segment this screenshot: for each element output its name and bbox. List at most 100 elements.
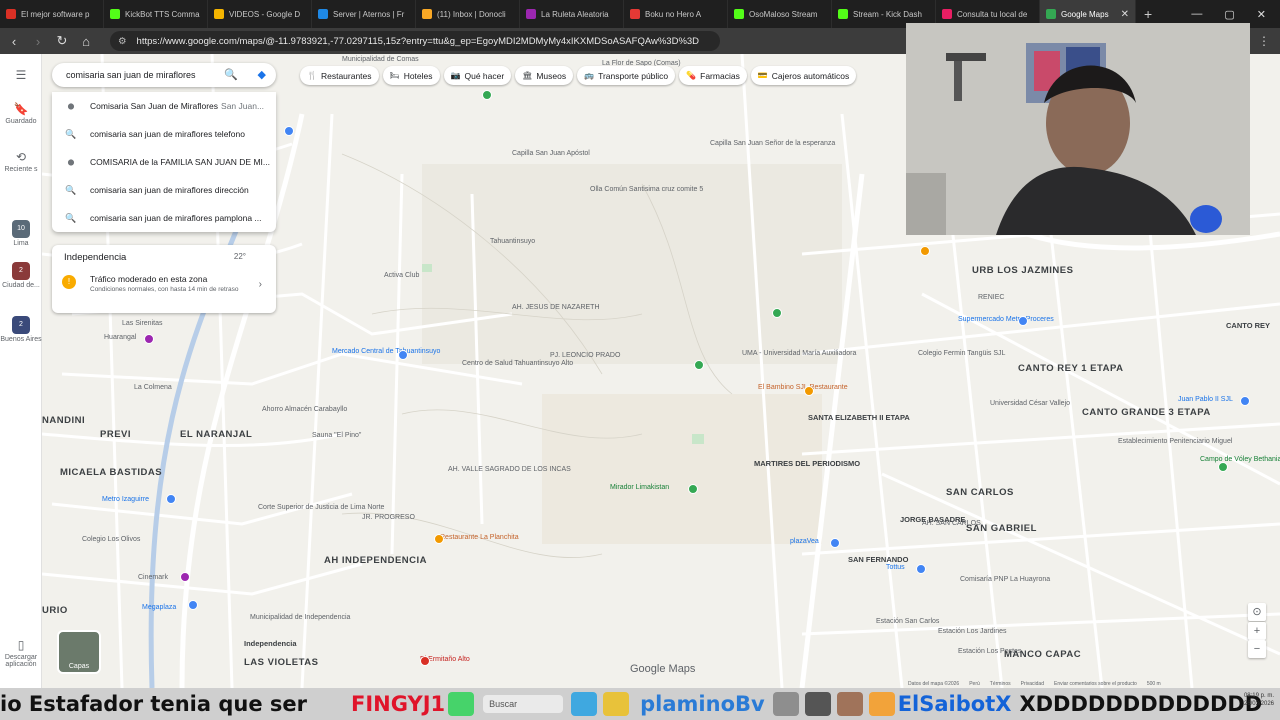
zoom-out-button[interactable]: − [1248, 640, 1266, 658]
footer-link[interactable]: Datos del mapa ©2026 [908, 681, 959, 687]
map-label[interactable]: EL NARANJAL [180, 429, 252, 440]
map-label[interactable]: PJ. LEONCIO PRADO [550, 352, 620, 360]
map-label[interactable]: LAS VIOLETAS [244, 657, 318, 668]
saved-button[interactable]: 🔖 Guardado [0, 102, 42, 125]
recent-place-ciudad[interactable]: 2 Ciudad de... [0, 262, 42, 289]
map-label[interactable]: MICAELA BASTIDAS [60, 467, 162, 478]
map-label[interactable]: AH. VALLE SAGRADO DE LOS INCAS [448, 466, 571, 474]
category-chip[interactable]: 💳 Cajeros automáticos [750, 66, 857, 85]
map-label[interactable]: AH. JESUS DE NAZARETH [512, 304, 600, 312]
map-pin-icon[interactable] [188, 600, 198, 610]
browser-tab[interactable]: VIDEOS - Google D [208, 0, 312, 28]
map-label[interactable]: CANTO REY 1 ETAPA [1018, 363, 1123, 374]
map-pin-icon[interactable] [1240, 396, 1250, 406]
menu-icon[interactable]: ☰ [0, 68, 42, 84]
footer-link[interactable]: Enviar comentarios sobre el producto [1054, 681, 1137, 687]
map-label[interactable]: Corte Superior de Justicia de Lima Norte [258, 504, 384, 512]
map-label[interactable]: UMA - Universidad María Auxiliadora [742, 350, 856, 358]
map-label[interactable]: Las Sirenitas [122, 320, 162, 328]
suggestion-item[interactable]: ⬤ COMISARIA de la FAMILIA SAN JUAN DE MI.… [52, 148, 276, 176]
map-label[interactable]: Sauna "El Pino" [312, 432, 361, 440]
map-pin-icon[interactable] [804, 386, 814, 396]
category-chip[interactable]: 📷 Qué hacer [443, 66, 512, 85]
recent-place-lima[interactable]: 10 Lima [0, 220, 42, 247]
map-label[interactable]: Juan Pablo II SJL [1178, 396, 1233, 404]
map-label[interactable]: Mercado Central de Tahuantinsuyo [332, 348, 440, 356]
map-label[interactable]: Universidad César Vallejo [990, 400, 1070, 408]
map-label[interactable]: Activa Club [384, 272, 419, 280]
suggestion-item[interactable]: 🔍 comisaria san juan de miraflores telefo… [52, 120, 276, 148]
map-label[interactable]: Establecimiento Penitenciario Miguel [1118, 438, 1232, 446]
recents-button[interactable]: ⟲ Reciente s [0, 150, 42, 173]
zoom-in-button[interactable]: + [1248, 622, 1266, 640]
map-label[interactable]: Municipalidad de Independencia [250, 614, 350, 622]
browser-tab[interactable]: KickBot TTS Comma [104, 0, 208, 28]
site-info-icon[interactable]: ⚙ [118, 36, 127, 47]
footer-link[interactable]: Perú [969, 681, 980, 687]
map-pin-icon[interactable] [398, 350, 408, 360]
map-pin-icon[interactable] [772, 308, 782, 318]
map-label[interactable]: MANCO CAPAC [1004, 649, 1081, 660]
map-pin-icon[interactable] [694, 360, 704, 370]
traffic-card[interactable]: Independencia 22° ! Tráfico moderado en … [52, 245, 276, 313]
map-pin-icon[interactable] [434, 534, 444, 544]
map-pin-icon[interactable] [180, 572, 190, 582]
browser-tab[interactable]: OsoMaloso Stream [728, 0, 832, 28]
map-label[interactable]: Restaurante La Planchita [440, 534, 519, 542]
map-label[interactable]: Estación San Carlos [876, 618, 939, 626]
map-label[interactable]: URB LOS JAZMINES [972, 265, 1073, 276]
map-label[interactable]: MARTIRES DEL PERIODISMO [754, 459, 860, 468]
reload-icon[interactable]: ↻ [52, 33, 72, 49]
map-label[interactable]: El Bambino SJL Restaurante [758, 384, 848, 392]
taskbar-search[interactable]: Buscar [483, 695, 564, 713]
map-label[interactable]: Ahorro Almacén Carabayllo [262, 406, 347, 414]
category-chip[interactable]: 🍴 Restaurantes [300, 66, 379, 85]
map-label[interactable]: JR. PROGRESO [362, 514, 415, 522]
map-pin-icon[interactable] [1018, 316, 1028, 326]
map-pin-icon[interactable] [284, 126, 294, 136]
map-pin-icon[interactable] [830, 538, 840, 548]
maximize-icon[interactable]: ▢ [1224, 8, 1234, 21]
map-label[interactable]: SANTA ELIZABETH II ETAPA [808, 413, 910, 422]
map-label[interactable]: SAN CARLOS [946, 487, 1014, 498]
map-label[interactable]: CANTO GRANDE 3 ETAPA [1082, 407, 1211, 418]
map-label[interactable]: Colegio Fermin Tangüis SJL [918, 350, 1005, 358]
map-label[interactable]: AH INDEPENDENCIA [324, 555, 427, 566]
map-label[interactable]: Comisaría PNP La Huayrona [960, 576, 1050, 584]
map-label[interactable]: La Colmena [134, 384, 172, 392]
map-pin-icon[interactable] [166, 494, 176, 504]
category-chip[interactable]: 🛏 Hoteles [382, 66, 440, 85]
map-label[interactable]: Municipalidad de Comas [342, 56, 419, 64]
browser-tab[interactable]: El mejor software p [0, 0, 104, 28]
map-label[interactable]: URIO [42, 605, 68, 616]
map-label[interactable]: Metro Izaguirre [102, 496, 149, 504]
search-box[interactable]: comisaria san juan de miraflores 🔍 ◆ [52, 63, 276, 87]
footer-link[interactable]: Términos [990, 681, 1011, 687]
map-pin-icon[interactable] [1218, 462, 1228, 472]
map-label[interactable]: NANDINI [42, 415, 85, 426]
suggestion-item[interactable]: ⬤ Comisaria San Juan de Miraflores San Jua… [52, 92, 276, 120]
forward-icon[interactable]: › [28, 34, 48, 49]
suggestion-item[interactable]: 🔍 comisaria san juan de miraflores pamplo… [52, 204, 276, 232]
footer-link[interactable]: 500 m [1147, 681, 1161, 687]
map-label[interactable]: Capilla San Juan Apóstol [512, 150, 590, 158]
map-label[interactable]: Colegio Los Olivos [82, 536, 140, 544]
download-app-button[interactable]: ▯ Descargar aplicación [0, 638, 42, 668]
map-pin-icon[interactable] [144, 334, 154, 344]
layers-button[interactable]: Capas [57, 630, 101, 674]
browser-tab[interactable]: Boku no Hero A [624, 0, 728, 28]
map-label[interactable]: Megaplaza [142, 604, 176, 612]
footer-link[interactable]: Privacidad [1021, 681, 1044, 687]
map-label[interactable]: Campo de Vóley Bethania [1200, 456, 1280, 464]
close-window-icon[interactable]: ✕ [1257, 8, 1266, 21]
home-icon[interactable]: ⌂ [76, 34, 96, 49]
map-label[interactable]: Cinemark [138, 574, 168, 582]
browser-menu-icon[interactable]: ⋮ [1258, 34, 1280, 48]
chevron-right-icon[interactable]: › [259, 279, 262, 290]
map-pin-icon[interactable] [420, 656, 430, 666]
map-label[interactable]: SAN FERNANDO [848, 555, 908, 564]
browser-tab[interactable]: La Ruleta Aleatoria [520, 0, 624, 28]
recent-place-buenos-aires[interactable]: 2 Buenos Aires [0, 316, 42, 343]
search-icon[interactable]: 🔍 [224, 68, 238, 81]
category-chip[interactable]: 🏛 Museos [515, 66, 574, 85]
